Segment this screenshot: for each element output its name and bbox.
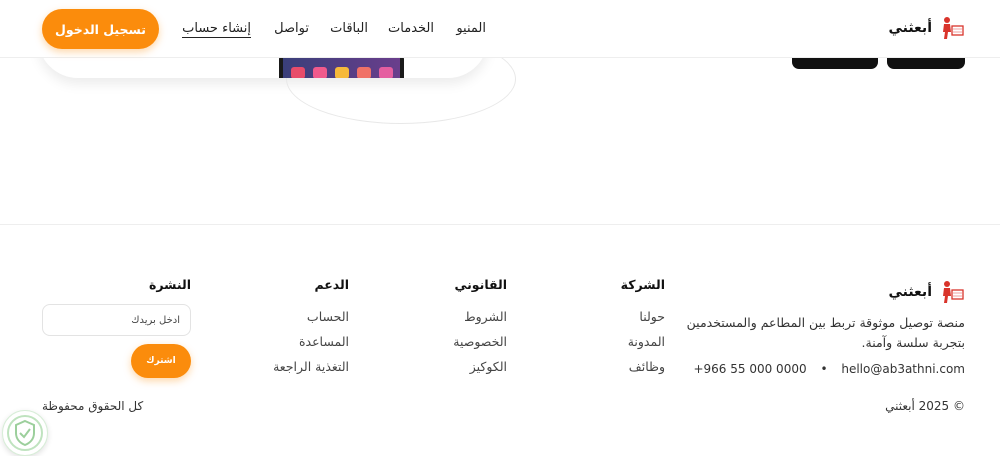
delivery-logo-icon [943, 281, 964, 303]
footer-brand-name: أبعثني [888, 284, 932, 300]
footer-column-title: الشركة [620, 277, 665, 292]
footer-email[interactable]: hello@ab3athni.com [841, 362, 965, 376]
header-brand[interactable]: أبعثني [888, 15, 964, 41]
footer-link-cookies[interactable]: الكوكيز [453, 354, 507, 379]
separator-dot: • [820, 362, 828, 376]
newsletter-email-input[interactable] [42, 304, 191, 336]
footer-link-account[interactable]: الحساب [273, 304, 349, 329]
nav-contact[interactable]: تواصل [274, 21, 309, 36]
footer-column-company: الشركة حولنا المدونة وظائف [621, 277, 665, 379]
footer-column-title: القانوني [454, 277, 507, 292]
nav-services[interactable]: الخدمات [388, 21, 434, 36]
footer-tagline: منصة توصيل موثوقة تربط بين المطاعم والمس… [686, 315, 965, 350]
footer-link-terms[interactable]: الشروط [453, 304, 507, 329]
delivery-logo-icon [943, 17, 964, 39]
nav-register[interactable]: إنشاء حساب [182, 21, 251, 38]
footer-link-blog[interactable]: المدونة [621, 329, 665, 354]
footer-rights: كل الحقوق محفوظة [42, 399, 144, 413]
verification-badge-icon[interactable] [2, 410, 48, 456]
site-header: أبعثني المنيو الخدمات الباقات تواصل إنشا… [0, 0, 1000, 58]
google-play-button[interactable] [792, 57, 878, 69]
brand-name: أبعثني [888, 20, 932, 36]
newsletter-title: النشرة [149, 277, 191, 292]
phone-mockup [279, 55, 404, 78]
footer-link-jobs[interactable]: وظائف [621, 354, 665, 379]
footer-copyright: © 2025 أبعثني [885, 399, 965, 413]
footer-contact: +966 55 000 0000 • hello@ab3athni.com [693, 362, 965, 376]
footer-phone[interactable]: +966 55 000 0000 [693, 362, 806, 376]
footer-link-help[interactable]: المساعدة [273, 329, 349, 354]
app-store-button[interactable] [887, 57, 965, 69]
footer-column-legal: القانوني الشروط الخصوصية الكوكيز [453, 277, 507, 379]
footer-link-about[interactable]: حولنا [621, 304, 665, 329]
section-divider [0, 224, 1000, 225]
subscribe-button[interactable]: اشترك [131, 344, 191, 378]
footer-link-feedback[interactable]: التغذية الراجعة [273, 354, 349, 379]
nav-packages[interactable]: الباقات [330, 21, 368, 36]
footer-brand[interactable]: أبعثني [888, 279, 964, 305]
footer-column-title: الدعم [314, 277, 349, 292]
shield-check-icon [7, 415, 43, 451]
footer-link-privacy[interactable]: الخصوصية [453, 329, 507, 354]
nav-menu[interactable]: المنيو [456, 21, 486, 36]
footer-column-support: الدعم الحساب المساعدة التغذية الراجعة [273, 277, 349, 379]
login-button[interactable]: تسجيل الدخول [42, 9, 159, 49]
